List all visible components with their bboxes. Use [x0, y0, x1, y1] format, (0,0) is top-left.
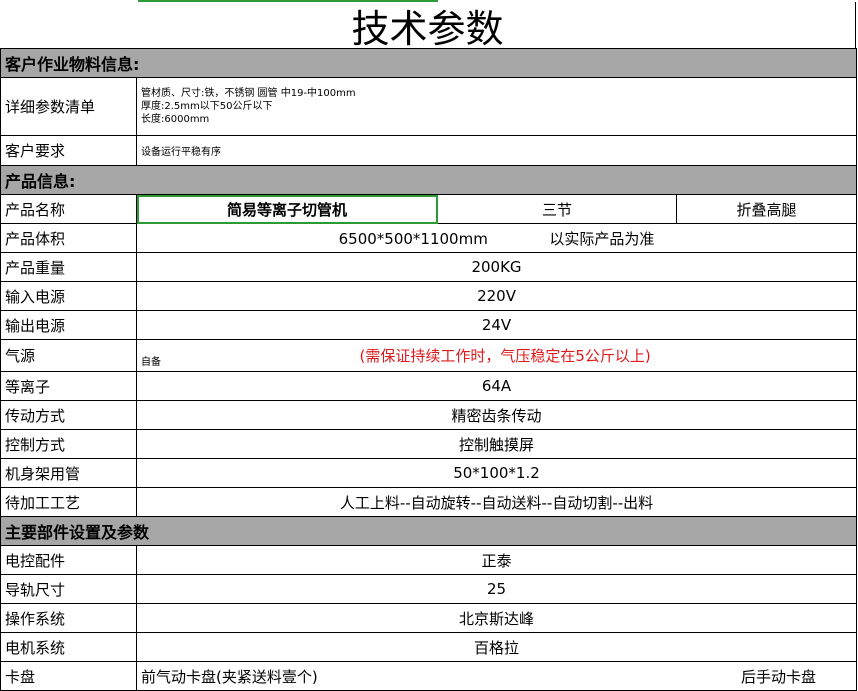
volume-cell[interactable]: 6500*500*1100mm 以实际产品为准 [135, 223, 858, 253]
table-row: 产品名称 简易等离子切管机 三节 折叠高腿 [0, 194, 858, 224]
table-row: 电控配件 正泰 [0, 545, 858, 575]
process-label[interactable]: 待加工工艺 [0, 487, 137, 517]
table-row: 待加工工艺 人工上料--自动旋转--自动送料--自动切割--出料 [0, 487, 858, 517]
volume-value: 6500*500*1100mm [338, 229, 488, 248]
volume-note: 以实际产品为准 [549, 229, 655, 248]
table-row: 控制方式 控制触摸屏 [0, 429, 858, 459]
detail-line: 长度:6000mm [141, 114, 210, 125]
output-power-label[interactable]: 输出电源 [0, 310, 137, 340]
os-label[interactable]: 操作系统 [0, 603, 137, 633]
section-product: 产品信息: [0, 165, 858, 195]
air-note-cell[interactable]: (需保证持续工作时，气压稳定在5公斤以上) [360, 339, 858, 372]
motor-value[interactable]: 百格拉 [135, 632, 858, 662]
chuck-label[interactable]: 卡盘 [0, 661, 137, 691]
table-row: 输入电源 220V [0, 281, 858, 311]
control-label[interactable]: 控制方式 [0, 429, 137, 459]
spreadsheet: 技术参数 客户作业物料信息: 详细参数清单 管材质、尺寸:铁，不锈钢 圆管 中1… [0, 0, 858, 691]
weight-value[interactable]: 200KG [135, 252, 858, 282]
table-row: 操作系统 北京斯达峰 [0, 603, 858, 633]
drive-label[interactable]: 传动方式 [0, 400, 137, 430]
detail-cell[interactable]: 管材质、尺寸:铁，不锈钢 圆管 中19-中100mm 厚度:2.5mm以下50公… [135, 77, 858, 136]
electrical-value[interactable]: 正泰 [135, 545, 858, 575]
requirement-value[interactable]: 设备运行平稳有序 [135, 135, 858, 166]
electrical-label[interactable]: 电控配件 [0, 545, 137, 575]
table-row: 传动方式 精密齿条传动 [0, 400, 858, 430]
spec-table: 客户作业物料信息: 详细参数清单 管材质、尺寸:铁，不锈钢 圆管 中19-中10… [0, 48, 858, 691]
table-row: 导轨尺寸 25 [0, 574, 858, 604]
section-title: 主要部件设置及参数 [0, 516, 858, 546]
plasma-label[interactable]: 等离子 [0, 371, 137, 401]
requirement-label[interactable]: 客户要求 [0, 135, 137, 166]
section-title: 产品信息: [0, 165, 858, 195]
table-row: 卡盘 前气动卡盘(夹紧送料壹个) 后手动卡盘 [0, 661, 858, 691]
motor-label[interactable]: 电机系统 [0, 632, 137, 662]
table-row: 等离子 64A [0, 371, 858, 401]
output-power-value[interactable]: 24V [135, 310, 858, 340]
rail-label[interactable]: 导轨尺寸 [0, 574, 137, 604]
table-row: 客户要求 设备运行平稳有序 [0, 135, 858, 166]
section-title: 客户作业物料信息: [0, 48, 858, 78]
air-note: (需保证持续工作时，气压稳定在5公斤以上) [359, 347, 651, 365]
drive-value[interactable]: 精密齿条传动 [135, 400, 858, 430]
input-power-value[interactable]: 220V [135, 281, 858, 311]
chuck-rear[interactable]: 后手动卡盘 [676, 661, 858, 691]
name-option-2[interactable]: 折叠高腿 [675, 194, 858, 224]
process-value[interactable]: 人工上料--自动旋转--自动送料--自动切割--出料 [135, 487, 858, 517]
volume-label[interactable]: 产品体积 [0, 223, 137, 253]
name-option-1[interactable]: 三节 [437, 194, 677, 224]
frame-label[interactable]: 机身架用管 [0, 458, 137, 488]
detail-line: 管材质、尺寸:铁，不锈钢 圆管 中19-中100mm [141, 88, 356, 99]
table-row: 详细参数清单 管材质、尺寸:铁，不锈钢 圆管 中19-中100mm 厚度:2.5… [0, 77, 858, 136]
section-parts: 主要部件设置及参数 [0, 516, 858, 546]
name-label[interactable]: 产品名称 [0, 194, 137, 224]
weight-label[interactable]: 产品重量 [0, 252, 137, 282]
name-value[interactable]: 简易等离子切管机 [136, 194, 438, 224]
rail-value[interactable]: 25 [135, 574, 858, 604]
plasma-value[interactable]: 64A [135, 371, 858, 401]
page-title: 技术参数 [0, 2, 856, 51]
table-row: 产品体积 6500*500*1100mm 以实际产品为准 [0, 223, 858, 253]
input-power-label[interactable]: 输入电源 [0, 281, 137, 311]
table-row: 电机系统 百格拉 [0, 632, 858, 662]
os-value[interactable]: 北京斯达峰 [135, 603, 858, 633]
detail-line: 厚度:2.5mm以下50公斤以下 [141, 101, 273, 112]
control-value[interactable]: 控制触摸屏 [135, 429, 858, 459]
chuck-front[interactable]: 前气动卡盘(夹紧送料壹个) [136, 661, 677, 691]
section-customer: 客户作业物料信息: [0, 48, 858, 78]
frame-value[interactable]: 50*100*1.2 [135, 458, 858, 488]
detail-label[interactable]: 详细参数清单 [0, 77, 137, 136]
table-row: 输出电源 24V [0, 310, 858, 340]
table-row: 产品重量 200KG [0, 252, 858, 282]
table-row: 机身架用管 50*100*1.2 [0, 458, 858, 488]
air-label[interactable]: 气源 [0, 339, 137, 372]
table-row: 气源 自备 (需保证持续工作时，气压稳定在5公斤以上) [0, 339, 858, 372]
